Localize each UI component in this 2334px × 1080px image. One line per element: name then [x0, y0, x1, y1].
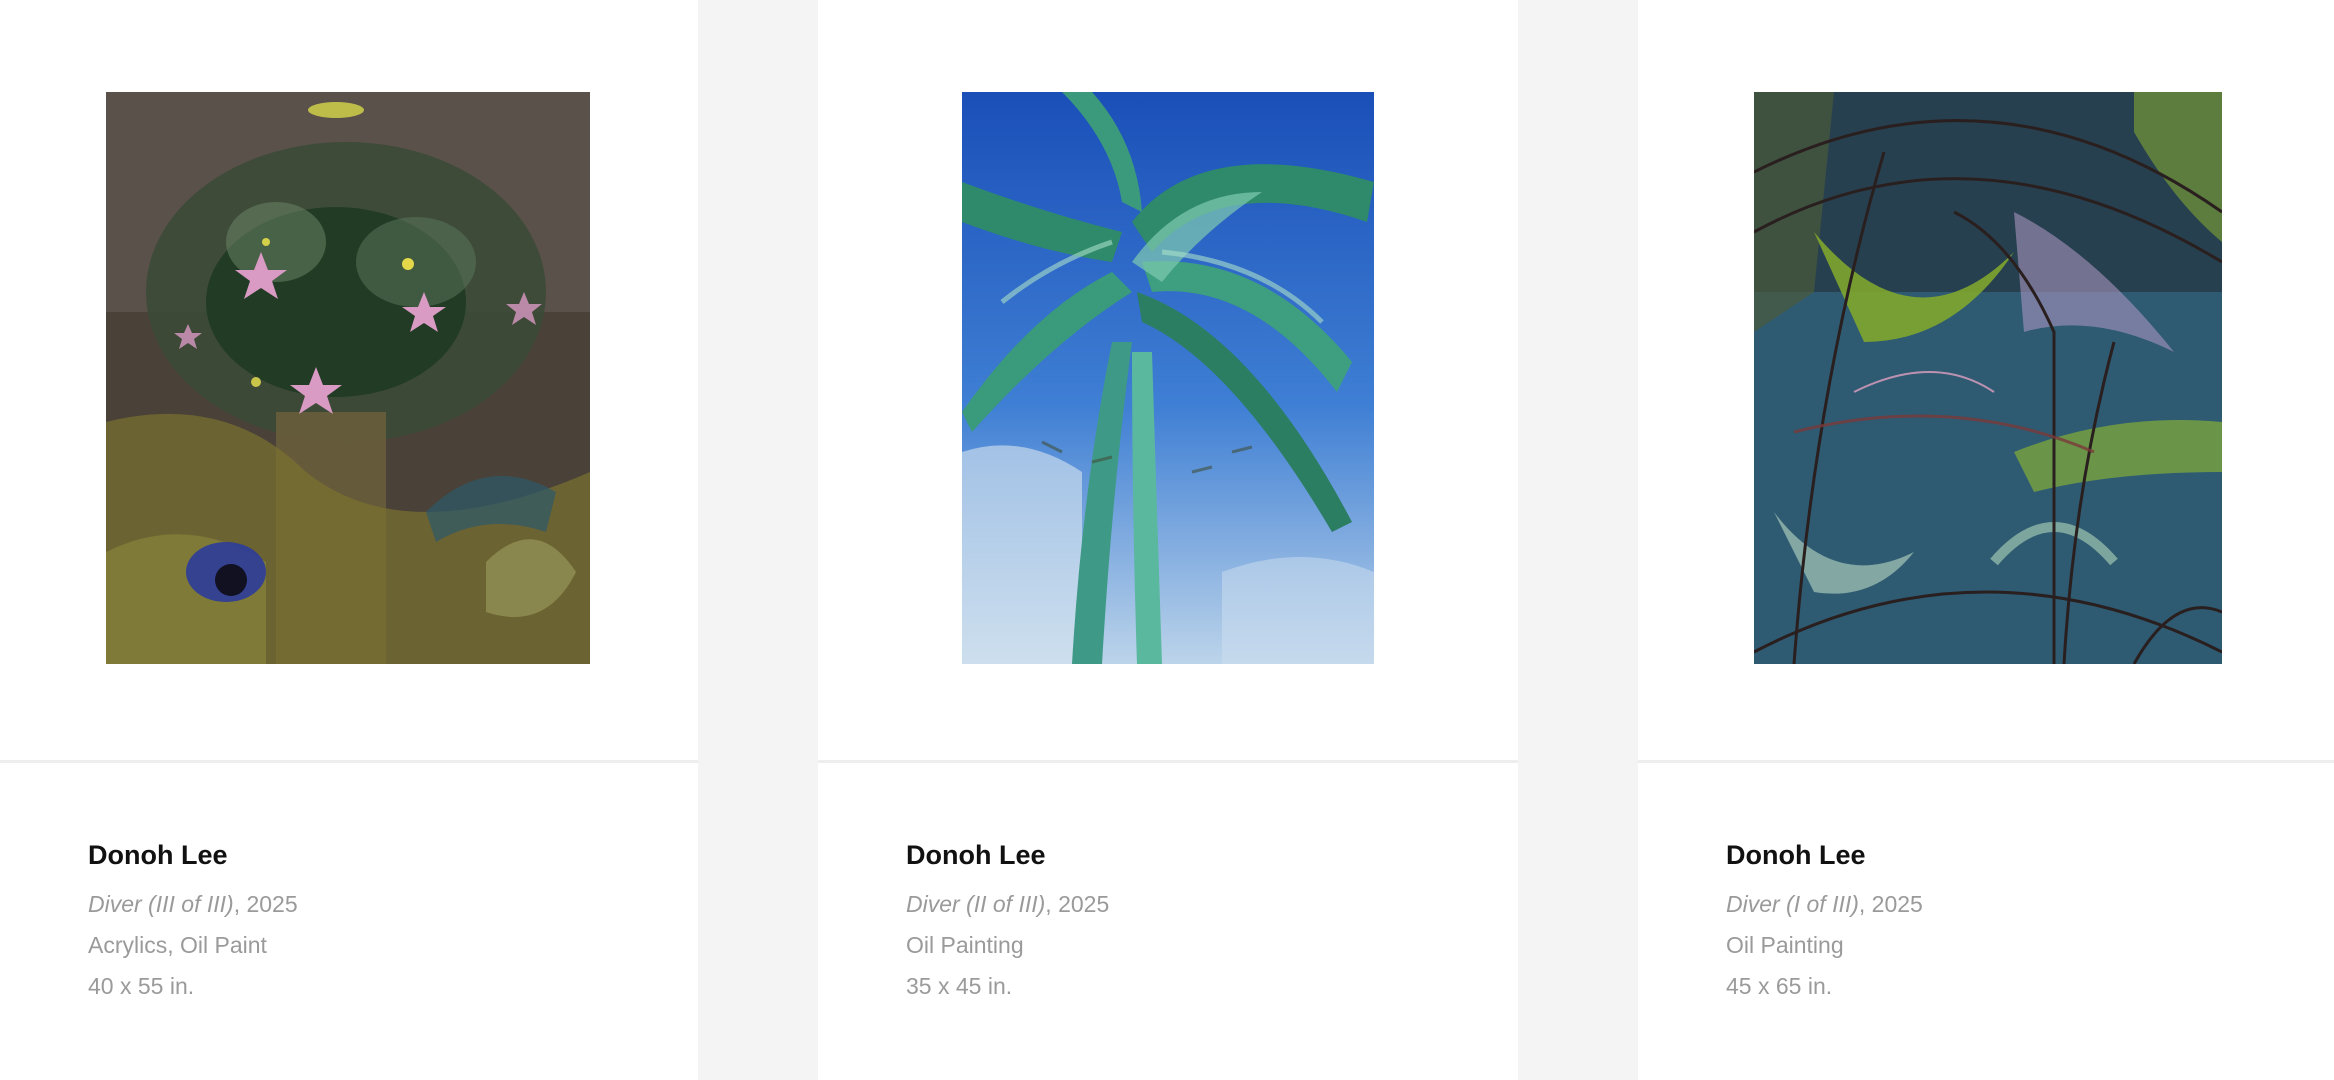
artwork-image[interactable] [962, 92, 1374, 664]
title-year: Diver (II of III), 2025 [906, 890, 1478, 919]
artwork-card[interactable]: Donoh Lee Diver (I of III), 2025 Oil Pai… [1638, 0, 2334, 1080]
artwork-title: Diver (II of III) [906, 891, 1046, 917]
painting-tree-stars [106, 92, 590, 664]
artwork-medium: Oil Painting [1726, 932, 1844, 958]
artwork-title: Diver (I of III) [1726, 891, 1859, 917]
artwork-info: Donoh Lee Diver (III of III), 2025 Acryl… [88, 838, 658, 1013]
painting-underwater-abstract [1754, 92, 2222, 664]
artist-name[interactable]: Donoh Lee [1726, 838, 2294, 872]
artwork-year: , 2025 [233, 891, 298, 917]
artwork-image-area [1638, 0, 2334, 763]
painting-palm-tree [962, 92, 1374, 664]
artwork-image[interactable] [106, 92, 590, 664]
artwork-medium: Acrylics, Oil Paint [88, 932, 267, 958]
artwork-gallery: Donoh Lee Diver (III of III), 2025 Acryl… [0, 0, 2334, 1080]
artwork-card[interactable]: Donoh Lee Diver (II of III), 2025 Oil Pa… [818, 0, 1518, 1080]
artwork-dimensions: 40 x 55 in. [88, 973, 195, 999]
artwork-title: Diver (III of III) [88, 891, 234, 917]
artwork-card[interactable]: Donoh Lee Diver (III of III), 2025 Acryl… [0, 0, 698, 1080]
artist-name[interactable]: Donoh Lee [906, 838, 1478, 872]
artist-name[interactable]: Donoh Lee [88, 838, 658, 872]
title-year: Diver (I of III), 2025 [1726, 890, 2294, 919]
artwork-image[interactable] [1754, 92, 2222, 664]
title-year: Diver (III of III), 2025 [88, 890, 658, 919]
artwork-dimensions: 45 x 65 in. [1726, 973, 1833, 999]
artwork-info: Donoh Lee Diver (II of III), 2025 Oil Pa… [906, 838, 1478, 1013]
artwork-dimensions: 35 x 45 in. [906, 973, 1013, 999]
artwork-medium: Oil Painting [906, 932, 1024, 958]
artwork-image-area [818, 0, 1518, 763]
artwork-image-area [0, 0, 698, 763]
artwork-year: , 2025 [1858, 891, 1923, 917]
artwork-info: Donoh Lee Diver (I of III), 2025 Oil Pai… [1726, 838, 2294, 1013]
artwork-year: , 2025 [1045, 891, 1110, 917]
